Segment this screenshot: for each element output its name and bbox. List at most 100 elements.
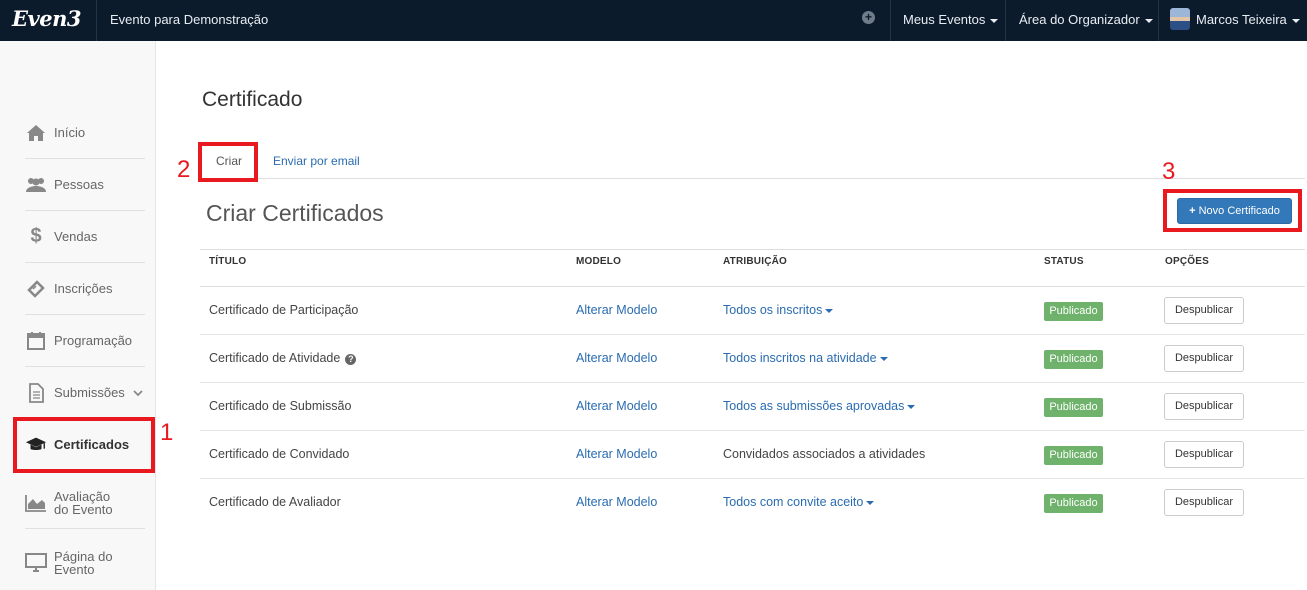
attribution-dropdown[interactable]: Todos os inscritos (723, 303, 834, 317)
column-header-modelo: MODELO (576, 256, 622, 267)
area-chart-icon (25, 492, 47, 514)
status-badge: Publicado (1044, 350, 1103, 369)
annotation-number-3: 3 (1162, 158, 1176, 185)
sidebar-item-avaliacao[interactable]: Avaliação do Evento (25, 477, 145, 529)
row-title: Certificado de Submissão (209, 399, 352, 413)
sidebar-item-label: Vendas (54, 229, 98, 244)
sidebar-item-programacao[interactable]: Programação (25, 315, 145, 367)
status-badge: Publicado (1044, 398, 1103, 417)
sidebar-item-label: Inscrições (54, 281, 113, 296)
even3-logo[interactable]: Even3 (12, 6, 81, 31)
table-row-divider (200, 382, 1305, 383)
row-title: Certificado de Convidado (209, 447, 350, 461)
sidebar-item-label: Início (54, 125, 86, 140)
help-icon[interactable]: ? (345, 354, 357, 365)
meus-eventos-menu[interactable]: Meus Eventos (903, 12, 999, 27)
tabs-divider (200, 178, 1305, 179)
event-name[interactable]: Evento para Demonstração (110, 12, 268, 27)
status-badge: Publicado (1044, 446, 1103, 465)
alterar-modelo-link[interactable]: Alterar Modelo (576, 399, 657, 413)
caret-down-icon (990, 18, 999, 23)
sidebar-item-label: Página do Evento (54, 550, 113, 576)
attribution-dropdown[interactable]: Todos inscritos na atividade (723, 351, 888, 365)
divider (890, 0, 891, 41)
alterar-modelo-link[interactable]: Alterar Modelo (576, 303, 657, 317)
attribution-label: Todos com convite aceito (723, 495, 864, 509)
despublicar-button[interactable]: Despublicar (1164, 297, 1244, 324)
user-name: Marcos Teixeira (1196, 12, 1287, 27)
despublicar-button[interactable]: Despublicar (1164, 345, 1244, 372)
sidebar-item-label: Avaliação do Evento (54, 490, 113, 516)
attribution-label: Todos as submissões aprovadas (723, 399, 905, 413)
monitor-icon (25, 552, 47, 574)
area-organizador-label: Área do Organizador (1019, 12, 1140, 27)
column-header-opcoes: OPÇÕES (1165, 256, 1209, 267)
sidebar-item-label: Programação (54, 333, 133, 348)
row-title-text: Certificado de Atividade (209, 351, 341, 365)
users-icon (25, 174, 47, 196)
divider (1005, 0, 1006, 41)
row-title: Certificado de Avaliador (209, 495, 341, 509)
row-title: Certificado de Atividade? (209, 351, 357, 365)
sidebar: Início Pessoas $ Vendas Inscrições Progr… (0, 41, 156, 590)
sidebar-item-vendas[interactable]: $ Vendas (25, 211, 145, 263)
despublicar-button[interactable]: Despublicar (1164, 393, 1244, 420)
calendar-icon (25, 330, 47, 352)
table-row-divider (200, 286, 1305, 287)
annotation-number-1: 1 (160, 419, 174, 446)
label-line: do Evento (54, 501, 113, 517)
divider (96, 0, 97, 41)
caret-down-icon (879, 356, 888, 361)
tab-enviar-email[interactable]: Enviar por email (273, 154, 360, 168)
page-title: Certificado (202, 88, 303, 111)
despublicar-button[interactable]: Despublicar (1164, 441, 1244, 468)
caret-down-icon (1144, 18, 1153, 23)
attribution-label: Todos inscritos na atividade (723, 351, 877, 365)
caret-down-icon (866, 500, 875, 505)
caret-down-icon (907, 404, 916, 409)
annotation-box-novo (1163, 189, 1302, 232)
column-header-status: STATUS (1044, 256, 1084, 267)
attribution-dropdown[interactable]: Todos as submissões aprovadas (723, 399, 916, 413)
sidebar-item-submissoes[interactable]: Submissões (25, 367, 145, 419)
sidebar-item-pessoas[interactable]: Pessoas (25, 159, 145, 211)
sidebar-item-inscricoes[interactable]: Inscrições (25, 263, 145, 315)
status-badge: Publicado (1044, 302, 1103, 321)
meus-eventos-label: Meus Eventos (903, 12, 986, 27)
table-row-divider (200, 478, 1305, 479)
annotation-box-certificados (13, 417, 155, 473)
ticket-icon (25, 278, 47, 300)
sidebar-item-label: Submissões (54, 385, 125, 400)
annotation-number-2: 2 (177, 156, 191, 183)
area-organizador-menu[interactable]: Área do Organizador (1019, 12, 1153, 27)
attribution-label: Todos os inscritos (723, 303, 823, 317)
top-navbar: Even3 Evento para Demonstração + Meus Ev… (0, 0, 1307, 41)
column-header-atribuicao: ATRIBUIÇÃO (723, 256, 788, 267)
attribution-dropdown[interactable]: Todos com convite aceito (723, 495, 875, 509)
divider (1158, 0, 1159, 41)
caret-down-icon (825, 308, 834, 313)
user-menu[interactable]: Marcos Teixeira (1196, 12, 1300, 27)
home-icon (25, 122, 47, 144)
row-title: Certificado de Participação (209, 303, 359, 317)
alterar-modelo-link[interactable]: Alterar Modelo (576, 495, 657, 509)
dollar-icon: $ (30, 225, 42, 247)
caret-down-icon (1291, 18, 1300, 23)
avatar[interactable] (1170, 8, 1190, 30)
chevron-down-icon (133, 385, 143, 400)
sidebar-item-inicio[interactable]: Início (25, 107, 145, 159)
alterar-modelo-link[interactable]: Alterar Modelo (576, 447, 657, 461)
sidebar-item-label: Pessoas (54, 177, 104, 192)
alterar-modelo-link[interactable]: Alterar Modelo (576, 351, 657, 365)
sidebar-item-pagina[interactable]: Página do Evento (25, 537, 145, 589)
document-icon (25, 382, 47, 404)
despublicar-button[interactable]: Despublicar (1164, 489, 1244, 516)
annotation-box-criar (198, 142, 258, 182)
table-row-divider (200, 430, 1305, 431)
table-top-border (200, 249, 1305, 250)
table-row-divider (200, 334, 1305, 335)
attribution-text: Convidados associados a atividades (723, 447, 926, 461)
section-title: Criar Certificados (206, 200, 384, 226)
status-badge: Publicado (1044, 494, 1103, 513)
add-circle-icon[interactable]: + (862, 11, 875, 24)
